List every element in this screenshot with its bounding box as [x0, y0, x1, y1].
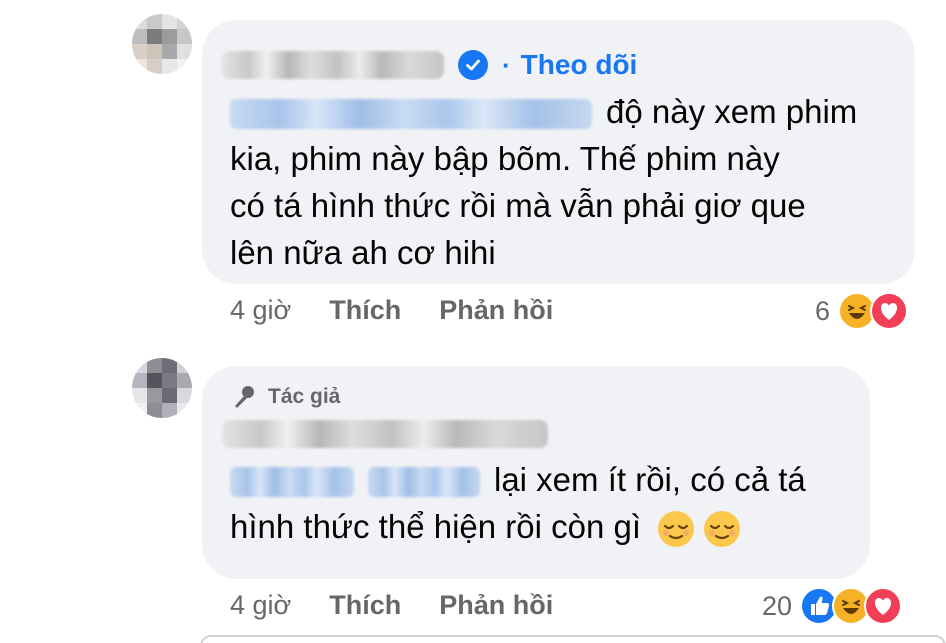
author-badge: Tác giả: [230, 383, 340, 411]
comment-time[interactable]: 4 giờ: [230, 590, 291, 621]
reaction-summary[interactable]: 6: [815, 292, 909, 330]
author-name-redacted[interactable]: [222, 420, 548, 448]
reply-button[interactable]: Phản hồi: [439, 295, 553, 326]
like-button[interactable]: Thích: [329, 295, 401, 326]
next-comment-edge: [200, 635, 946, 643]
comment-header: · Theo dõi: [222, 45, 637, 85]
comment-line: lại xem ít rồi, có cả tá: [230, 456, 860, 503]
love-icon: [864, 587, 903, 625]
comment-body: lại xem ít rồi, có cả tá hình thức thể h…: [230, 456, 860, 550]
mention-tag-redacted[interactable]: [230, 99, 592, 130]
comment-line: hình thức thể hiện rồi còn gì: [230, 503, 860, 550]
mention-tag-redacted[interactable]: [368, 467, 480, 498]
microphone-icon: [235, 386, 254, 408]
comment-line-text: độ này xem phim: [606, 93, 858, 130]
comment-body: độ này xem phim kia, phim này bập bõm. T…: [230, 88, 900, 276]
love-icon: [870, 292, 909, 330]
verified-badge-icon: [458, 50, 488, 80]
comment-actions: 4 giờ Thích Phản hồi: [230, 295, 553, 326]
reply-button[interactable]: Phản hồi: [439, 590, 553, 621]
separator-dot: ·: [502, 49, 511, 80]
like-button[interactable]: Thích: [329, 590, 401, 621]
reaction-summary[interactable]: 20: [762, 587, 903, 625]
comment-line: độ này xem phim: [230, 88, 900, 135]
comment-actions: 4 giờ Thích Phản hồi: [230, 590, 553, 621]
avatar[interactable]: [132, 358, 192, 418]
comment-time[interactable]: 4 giờ: [230, 295, 291, 326]
reaction-count: 20: [762, 590, 793, 621]
relieved-face-emoji: [656, 509, 696, 549]
comment-line: kia, phim này bập bõm. Thế phim này: [230, 140, 780, 177]
mention-tag-redacted[interactable]: [230, 467, 354, 498]
comment-thread: · Theo dõi độ này xem phim kia, phim này…: [0, 0, 946, 643]
comment-line-text: hình thức thể hiện rồi còn gì: [230, 508, 642, 545]
follow-button[interactable]: Theo dõi: [521, 49, 638, 81]
comment-line: có tá hình thức rồi mà vẫn phải giơ que: [230, 187, 806, 224]
author-name-redacted[interactable]: [222, 51, 444, 79]
relieved-face-emoji: [702, 509, 742, 549]
comment-line-text: lại xem ít rồi, có cả tá: [494, 461, 806, 498]
avatar[interactable]: [132, 14, 192, 74]
reaction-count: 6: [815, 295, 831, 326]
comment-line: lên nữa ah cơ hihi: [230, 234, 496, 271]
author-badge-label: Tác giả: [268, 385, 341, 408]
